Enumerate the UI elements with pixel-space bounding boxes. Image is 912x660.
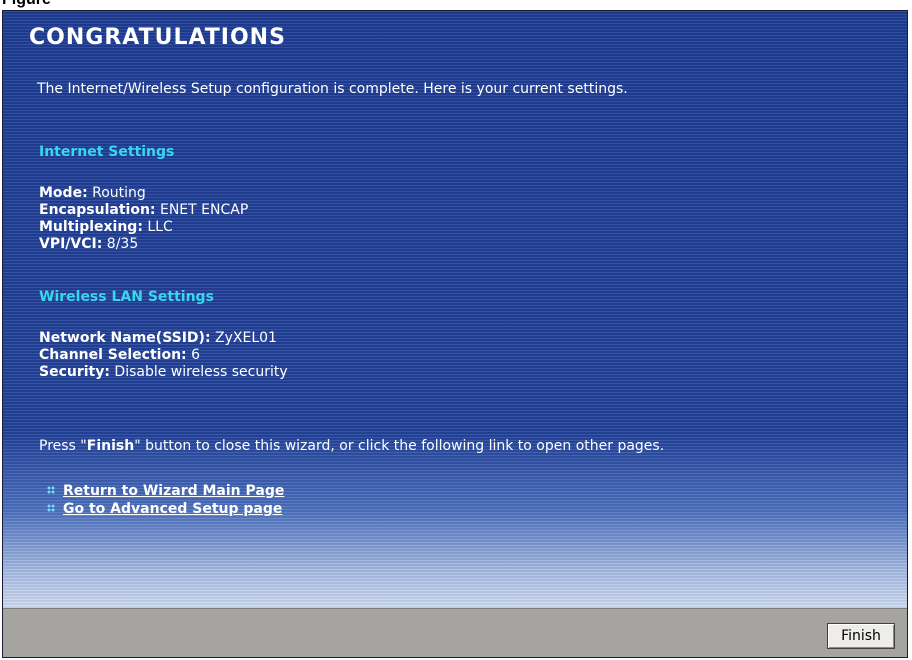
channel-row: Channel Selection: 6: [39, 347, 200, 363]
channel-label: Channel Selection:: [39, 347, 187, 363]
internet-settings-heading: Internet Settings: [39, 144, 175, 160]
figure-caption-fragment: Figure: [0, 0, 912, 10]
ssid-row: Network Name(SSID): ZyXEL01: [39, 330, 277, 346]
mode-label: Mode:: [39, 185, 88, 201]
encapsulation-label: Encapsulation:: [39, 202, 156, 218]
wizard-window: CONGRATULATIONS The Internet/Wireless Se…: [2, 10, 908, 658]
wizard-main-link-row: Return to Wizard Main Page: [47, 483, 284, 499]
mode-row: Mode: Routing: [39, 185, 146, 201]
multiplexing-row: Multiplexing: LLC: [39, 219, 173, 235]
finish-keyword: Finish: [86, 438, 135, 454]
finish-instruction: Press "Finish" button to close this wiza…: [39, 438, 665, 454]
wireless-settings-heading: Wireless LAN Settings: [39, 289, 214, 305]
vpi-vci-row: VPI/VCI: 8/35: [39, 236, 138, 252]
ssid-label: Network Name(SSID):: [39, 330, 211, 346]
return-to-wizard-main-link[interactable]: Return to Wizard Main Page: [63, 483, 284, 499]
page-title: CONGRATULATIONS: [29, 25, 286, 50]
wizard-content-panel: CONGRATULATIONS The Internet/Wireless Se…: [3, 11, 907, 608]
vpi-vci-label: VPI/VCI:: [39, 236, 103, 252]
security-value: Disable wireless security: [114, 364, 288, 380]
grip-dots-icon: [47, 486, 55, 494]
channel-value: 6: [191, 347, 201, 363]
mode-value: Routing: [92, 185, 146, 201]
button-bar: Finish: [3, 608, 907, 657]
finish-button[interactable]: Finish: [827, 623, 895, 649]
security-row: Security: Disable wireless security: [39, 364, 288, 380]
grip-dots-icon: [47, 504, 55, 512]
ssid-value: ZyXEL01: [215, 330, 277, 346]
go-to-advanced-setup-link[interactable]: Go to Advanced Setup page: [63, 501, 282, 517]
multiplexing-value: LLC: [147, 219, 173, 235]
multiplexing-label: Multiplexing:: [39, 219, 143, 235]
advanced-setup-link-row: Go to Advanced Setup page: [47, 501, 282, 517]
intro-text: The Internet/Wireless Setup configuratio…: [37, 81, 628, 97]
encapsulation-row: Encapsulation: ENET ENCAP: [39, 202, 248, 218]
security-label: Security:: [39, 364, 110, 380]
vpi-vci-value: 8/35: [106, 236, 139, 252]
encapsulation-value: ENET ENCAP: [159, 202, 249, 218]
